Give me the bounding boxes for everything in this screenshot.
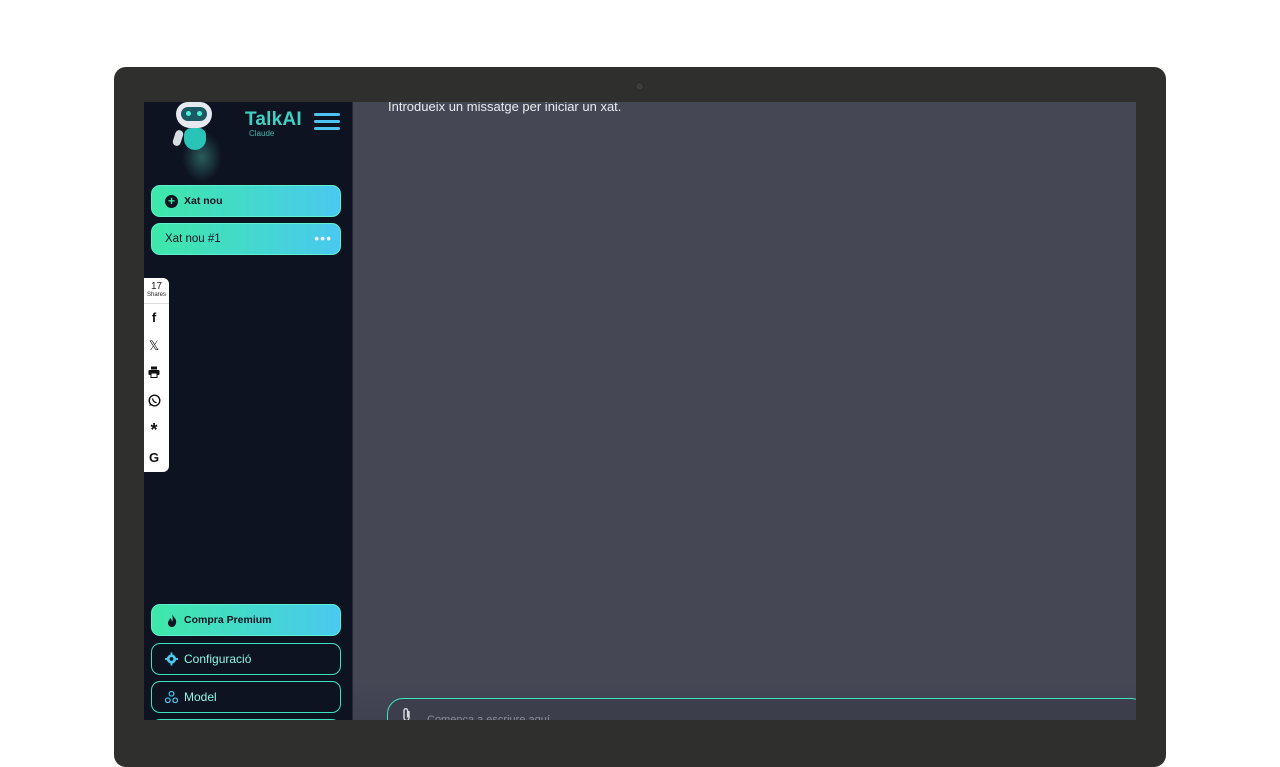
facebook-icon[interactable]: f (144, 310, 164, 325)
share-count-label: Shares (146, 292, 166, 298)
share-count: 17 Shares (144, 278, 169, 299)
gear-icon (165, 652, 178, 666)
model-label: Model (184, 690, 217, 704)
new-chat-label: Xat nou (184, 195, 223, 207)
ellipsis-icon[interactable]: ••• (314, 231, 332, 245)
settings-label: Configuració (184, 652, 252, 666)
share-bar: 17 Shares f 𝕏 * G (144, 278, 169, 472)
buy-premium-button[interactable]: Compra Premium (151, 604, 341, 636)
chat-list-item[interactable]: Xat nou #1 ••• (151, 223, 341, 255)
whatsapp-icon[interactable] (144, 394, 164, 410)
model-nodes-icon (165, 690, 178, 704)
share-divider (144, 303, 169, 304)
buy-premium-label: Compra Premium (184, 614, 272, 626)
message-input[interactable] (425, 709, 1029, 720)
print-icon[interactable] (144, 366, 164, 381)
message-composer[interactable] (387, 698, 1136, 720)
empty-chat-message: Introdueix un missatge per iniciar un xa… (388, 102, 622, 114)
robot-face (181, 107, 207, 121)
model-button[interactable]: Model (151, 681, 341, 713)
logo-title: TalkAI (245, 109, 302, 130)
x-icon[interactable]: 𝕏 (144, 338, 164, 354)
chat-area: Introdueix un missatge per iniciar un xa… (353, 102, 1136, 720)
google-icon[interactable]: G (144, 450, 164, 465)
asterisk-icon[interactable]: * (144, 420, 164, 441)
settings-button[interactable]: Configuració (151, 643, 341, 675)
share-count-number: 17 (150, 281, 163, 292)
plus-circle-icon: + (165, 194, 178, 208)
flame-icon (165, 613, 178, 627)
logo[interactable]: TalkAI Claude (170, 102, 302, 182)
new-chat-button[interactable]: + Xat nou (151, 185, 341, 217)
app-screen: TalkAI Claude + Xat nou Xat nou #1 ••• C… (144, 102, 1136, 720)
sidebar: TalkAI Claude + Xat nou Xat nou #1 ••• C… (144, 102, 353, 720)
camera-icon (635, 82, 644, 91)
attachment-icon[interactable] (402, 707, 412, 720)
chat-title: Xat nou #1 (165, 233, 221, 245)
robot-body (184, 128, 206, 150)
logo-subtitle: Claude (249, 129, 275, 138)
menu-toggle-icon[interactable] (314, 113, 340, 131)
